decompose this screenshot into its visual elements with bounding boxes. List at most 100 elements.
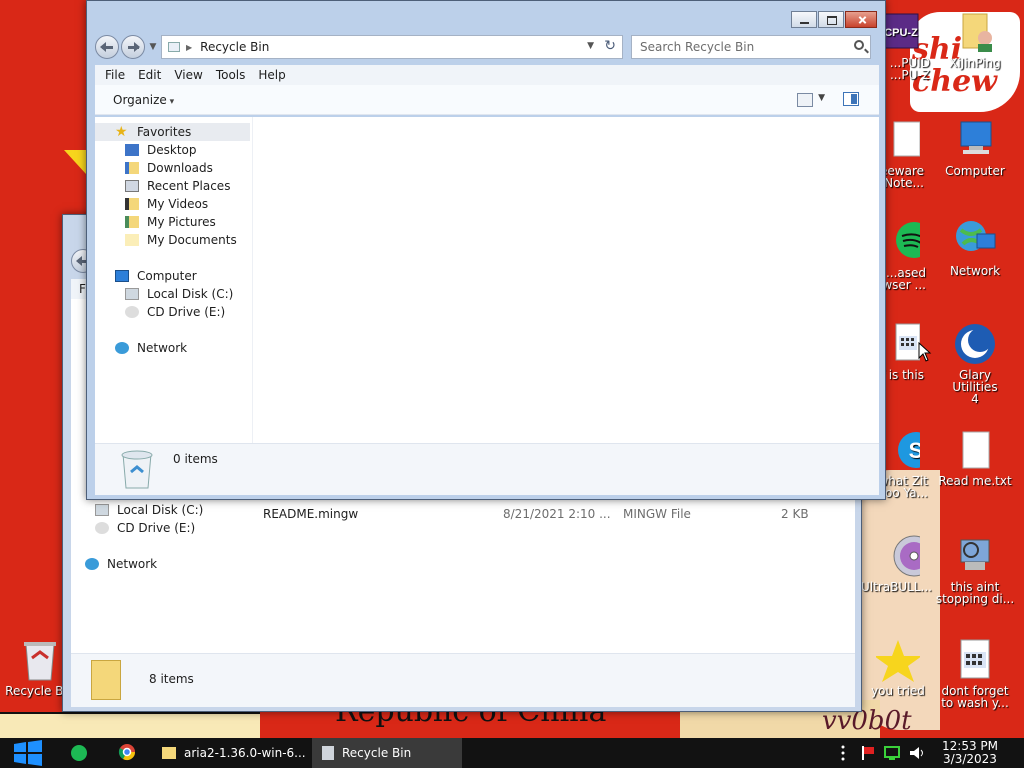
menu-help[interactable]: Help xyxy=(258,68,285,82)
address-dropdown-icon[interactable]: ▼ xyxy=(587,41,594,51)
recycle-bin-small-icon xyxy=(168,42,180,52)
folder-icon xyxy=(162,747,176,759)
start-button[interactable] xyxy=(10,738,42,768)
nav-item-local-disk[interactable]: Local Disk (C:) xyxy=(125,285,233,303)
disc-icon xyxy=(876,534,935,578)
nav-item-label: My Documents xyxy=(147,233,237,247)
desktop-icon-label: dont forget to wash y... xyxy=(941,684,1009,710)
taskbar-item-recycle-bin[interactable]: Recycle Bin xyxy=(312,738,462,768)
file-list-area[interactable] xyxy=(253,117,879,443)
svg-text:S: S xyxy=(909,438,920,463)
desktop-icon-you-tried[interactable]: you tried xyxy=(858,638,938,697)
network-status-icon[interactable] xyxy=(884,744,900,762)
preview-pane-icon[interactable] xyxy=(843,92,859,106)
desktop-icon-ultrabull[interactable]: UltraBULL... xyxy=(858,534,938,593)
menu-file[interactable]: File xyxy=(105,68,125,82)
nav-item-my-documents[interactable]: My Documents xyxy=(125,231,237,249)
recycle-bin-large-icon xyxy=(117,448,157,495)
nav-item-recent-places[interactable]: Recent Places xyxy=(125,177,230,195)
desktop-icon-glary-utilities[interactable]: Glary Utilities 4 xyxy=(935,322,1015,405)
nav-item-network[interactable]: Network xyxy=(115,339,187,357)
item-count: 8 items xyxy=(149,672,194,686)
folder-user-icon xyxy=(953,10,997,54)
close-button[interactable] xyxy=(845,11,877,28)
desktop-icon-computer[interactable]: Computer xyxy=(935,118,1015,177)
organize-button[interactable]: Organize xyxy=(113,93,174,107)
nav-item-favorites[interactable]: ★ Favorites xyxy=(95,123,250,141)
drive-icon xyxy=(125,288,139,300)
nav-item-desktop[interactable]: Desktop xyxy=(125,141,197,159)
text-file-icon xyxy=(953,428,997,472)
nav-item-my-videos[interactable]: My Videos xyxy=(125,195,208,213)
maximize-button[interactable] xyxy=(818,11,844,28)
nav-item-cd-drive[interactable]: CD Drive (E:) xyxy=(125,303,225,321)
back-window-statusbar: 8 items xyxy=(71,653,855,707)
nav-item-network[interactable]: Network xyxy=(85,555,157,573)
navigation-pane: ★ Favorites Desktop Downloads Recent Pla… xyxy=(95,117,253,443)
taskbar-chrome[interactable] xyxy=(110,738,144,768)
computer-search-icon xyxy=(953,534,997,578)
nav-item-local-disk[interactable]: Local Disk (C:) xyxy=(95,501,203,519)
svg-text:CPU-Z: CPU-Z xyxy=(884,27,918,39)
star-icon: ★ xyxy=(115,124,128,140)
nav-item-label: Favorites xyxy=(137,125,192,139)
nav-item-my-pictures[interactable]: My Pictures xyxy=(125,213,216,231)
nav-item-label: Local Disk (C:) xyxy=(117,503,204,517)
file-name: README.mingw xyxy=(263,507,359,521)
file-date: 8/21/2021 2:10 ... xyxy=(503,507,611,521)
file-size: 2 KB xyxy=(781,507,809,521)
file-row[interactable]: README.mingw 8/21/2021 2:10 ... MINGW Fi… xyxy=(263,507,843,525)
folder-icon xyxy=(91,660,121,700)
view-options-icon[interactable] xyxy=(797,93,813,107)
nav-item-downloads[interactable]: Downloads xyxy=(125,159,213,177)
network-globe-icon xyxy=(953,218,997,262)
desktop-icon-this-aint-stopping[interactable]: this aint stopping di... xyxy=(935,534,1015,605)
view-options-dropdown-icon[interactable]: ▼ xyxy=(818,93,825,103)
desktop-icon-dont-forget[interactable]: dont forget to wash y... xyxy=(935,638,1015,709)
downloads-icon xyxy=(125,162,139,174)
nav-item-cd-drive[interactable]: CD Drive (E:) xyxy=(95,519,195,537)
nav-item-computer[interactable]: Computer xyxy=(115,267,197,285)
menu-edit[interactable]: Edit xyxy=(138,68,161,82)
tray-overflow-icon[interactable] xyxy=(840,744,846,762)
volume-icon[interactable] xyxy=(908,744,926,762)
taskbar-spotify[interactable] xyxy=(62,738,96,768)
recycle-bin-window[interactable]: ▼ ▶ Recycle Bin ▼ ↻ Search Recycle Bin F… xyxy=(86,0,886,500)
desktop-icon-xijinping[interactable]: XiJinPing xyxy=(935,10,1015,69)
taskbar-item-label: aria2-1.36.0-win-6... xyxy=(184,746,306,760)
desktop-icon-label: Glary Utilities 4 xyxy=(952,368,998,406)
menu-file[interactable]: F xyxy=(79,282,86,296)
address-bar[interactable]: ▶ Recycle Bin ▼ ↻ xyxy=(161,35,623,59)
minimize-button[interactable] xyxy=(791,11,817,28)
item-count: 0 items xyxy=(173,452,218,466)
recent-places-icon xyxy=(125,180,139,192)
search-icon[interactable] xyxy=(854,40,864,50)
desktop-icon-label: UltraBULL... xyxy=(861,580,932,594)
search-placeholder: Search Recycle Bin xyxy=(640,40,755,54)
taskbar-item-aria2[interactable]: aria2-1.36.0-win-6... xyxy=(152,738,306,768)
back-button[interactable] xyxy=(95,35,119,59)
nav-item-label: Computer xyxy=(137,269,197,283)
menu-tools[interactable]: Tools xyxy=(216,68,246,82)
nav-item-label: Downloads xyxy=(147,161,213,175)
recycle-bin-icon xyxy=(18,638,62,682)
network-icon xyxy=(85,558,99,570)
recent-pages-dropdown[interactable]: ▼ xyxy=(147,42,159,52)
forward-button[interactable] xyxy=(121,35,145,59)
documents-icon xyxy=(125,234,139,246)
desktop-icon-network[interactable]: Network xyxy=(935,218,1015,277)
desktop-icon xyxy=(125,144,139,156)
breadcrumb-arrow-icon[interactable]: ▶ xyxy=(186,43,192,52)
desktop-icon-label: XiJinPing xyxy=(949,56,1001,70)
system-clock[interactable]: 12:53 PM 3/3/2023 xyxy=(942,740,998,766)
search-box[interactable]: Search Recycle Bin xyxy=(631,35,871,59)
desktop-icon-read-me[interactable]: Read me.txt xyxy=(935,428,1015,487)
command-bar: Organize ▼ xyxy=(95,85,879,115)
action-center-flag-icon[interactable] xyxy=(860,744,876,762)
nav-item-label: CD Drive (E:) xyxy=(147,305,226,319)
refresh-icon[interactable]: ↻ xyxy=(604,38,616,54)
mouse-cursor-icon xyxy=(918,341,932,365)
drive-icon xyxy=(95,504,109,516)
menu-view[interactable]: View xyxy=(174,68,202,82)
network-icon xyxy=(115,342,129,354)
